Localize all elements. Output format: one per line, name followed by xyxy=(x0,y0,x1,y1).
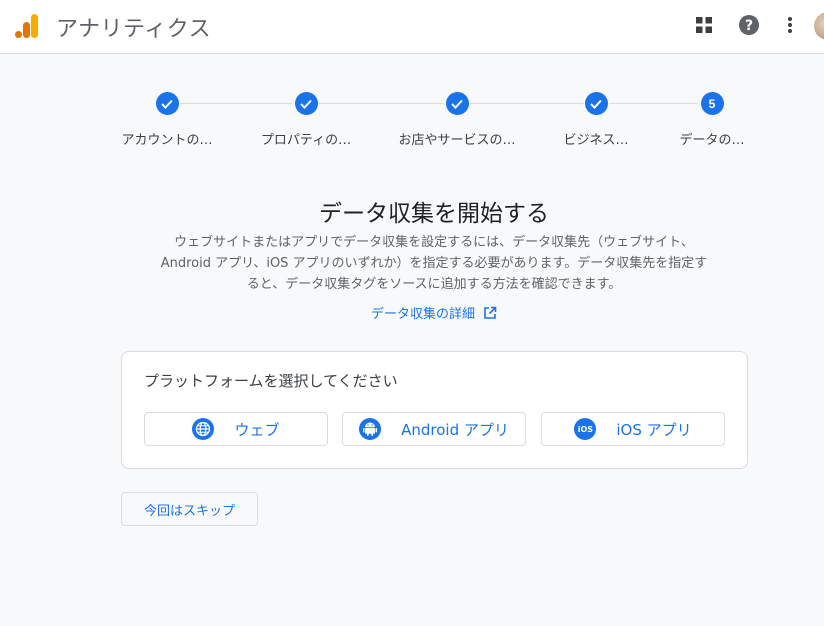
page-title: データ収集を開始する xyxy=(319,201,549,227)
learn-more-link[interactable]: データ収集の詳細 xyxy=(0,303,824,322)
step-done-check-icon xyxy=(584,92,608,115)
open-in-new-icon[interactable] xyxy=(483,306,497,320)
help-icon[interactable]: ? xyxy=(737,13,761,37)
web-platform-button[interactable]: ウェブ xyxy=(144,412,328,446)
ios-platform-button[interactable]: iOS iOS アプリ xyxy=(541,412,725,446)
step-business-info: お店やサービスの… xyxy=(387,92,527,148)
setup-stepper: アカウントの… プロパティの… お店やサービスの… ビジネス… 5 データの… xyxy=(0,92,824,152)
step-label: データの… xyxy=(679,133,745,148)
analytics-bars-icon[interactable] xyxy=(14,13,40,39)
ios-icon-text: iOS xyxy=(577,424,594,434)
step-label: お店やサービスの… xyxy=(398,133,516,148)
step-number: 5 xyxy=(700,92,724,115)
android-icon xyxy=(359,418,382,440)
card-title: プラットフォームを選択してください xyxy=(144,372,398,390)
step-data-collection: 5 データの… xyxy=(642,92,782,148)
android-platform-button[interactable]: Android アプリ xyxy=(342,412,526,446)
step-done-check-icon xyxy=(294,92,318,115)
step-label: プロパティの… xyxy=(260,133,352,148)
step-property: プロパティの… xyxy=(236,92,376,148)
web-platform-label: ウェブ xyxy=(234,420,280,439)
ios-icon: iOS xyxy=(574,418,597,440)
page-description: ウェブサイトまたはアプリでデータ収集を設定するには、データ収集先（ウェブサイト、… xyxy=(160,235,708,292)
step-done-check-icon xyxy=(445,92,469,115)
more-vert-icon[interactable] xyxy=(778,13,802,37)
step-account: アカウントの… xyxy=(97,92,237,148)
platform-selection-card: プラットフォームを選択してください ウェブ Android アプリ iOS iO… xyxy=(121,351,748,469)
globe-icon xyxy=(192,418,215,440)
account-avatar[interactable] xyxy=(814,12,824,40)
app-title: アナリティクス xyxy=(56,17,212,42)
learn-more-label[interactable]: データ収集の詳細 xyxy=(371,303,475,322)
skip-button[interactable]: 今回はスキップ xyxy=(121,492,258,526)
top-app-bar: アナリティクス ? xyxy=(0,0,824,54)
android-platform-label: Android アプリ xyxy=(401,420,509,439)
step-done-check-icon xyxy=(155,92,179,115)
apps-grid-icon[interactable] xyxy=(692,13,716,37)
ios-platform-label: iOS アプリ xyxy=(616,420,692,439)
svg-text:?: ? xyxy=(745,18,753,34)
step-label: アカウントの… xyxy=(121,133,213,148)
